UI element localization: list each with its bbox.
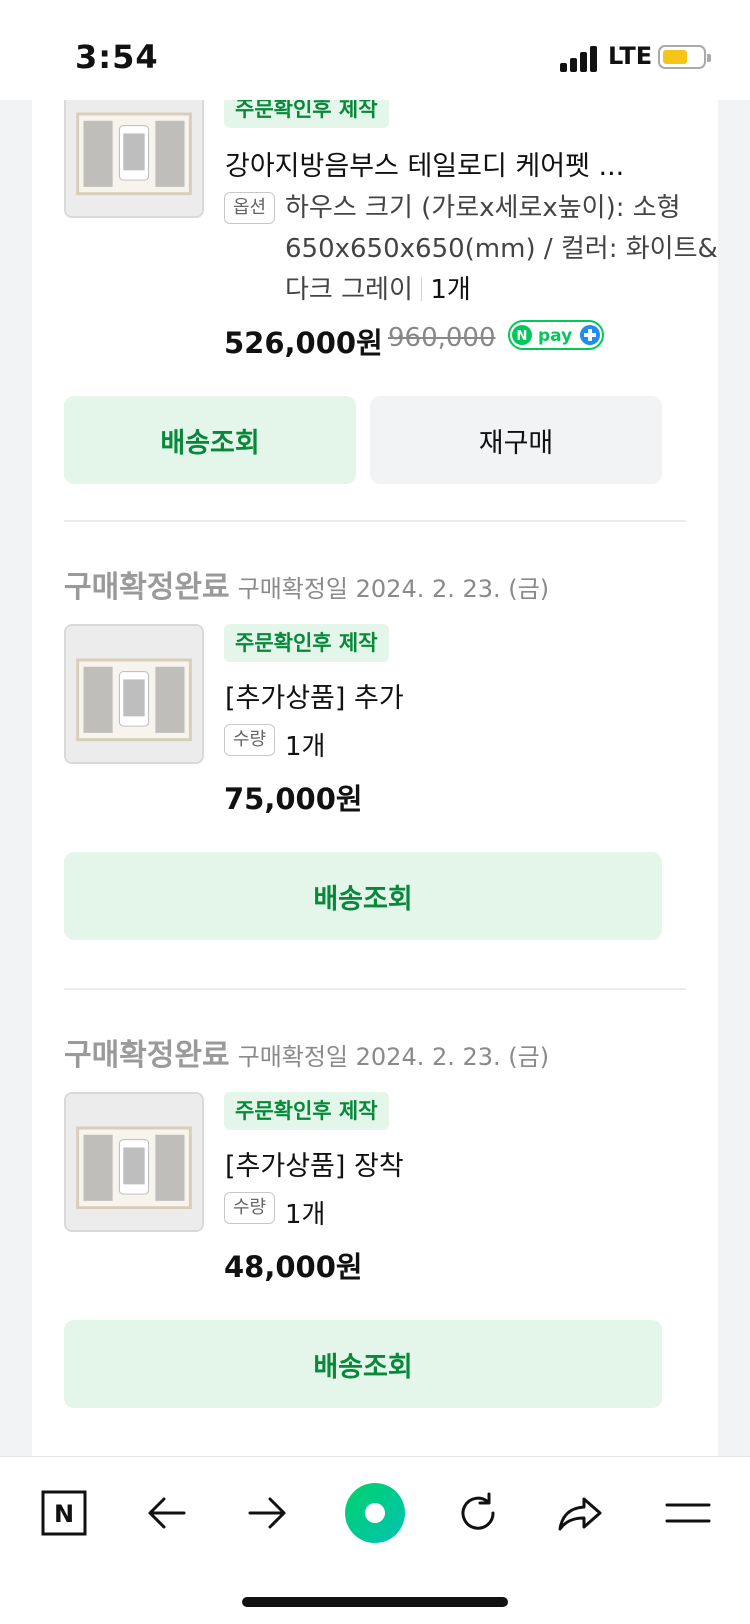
network-type: LTE [608,42,653,70]
quantity-text: 1개 [285,1200,326,1230]
order-status: 구매확정완료 [64,570,230,605]
npay-plus-badge: N pay [508,320,604,350]
section-divider [64,988,686,990]
rebuy-button[interactable]: 재구매 [370,396,662,484]
forward-arrow-icon[interactable] [240,1485,296,1541]
clock: 3:54 [75,38,159,76]
quantity-label: 수량 [224,724,276,756]
naver-letter: N [54,1500,74,1528]
menu-icon[interactable] [660,1485,716,1541]
quantity-text: 1개 [430,275,471,305]
sale-price: 526,000원 [224,326,383,360]
svg-text:N: N [517,329,528,344]
divider [420,277,423,301]
order-status-header: 구매확정완료 구매확정일 2024. 2. 23. (금) [64,1030,549,1074]
made-to-order-tag: 주문확인후 제작 [224,1092,389,1130]
battery-icon [658,45,711,69]
quantity-text: 1개 [285,732,326,762]
order-status-header: 구매확정완료 구매확정일 2024. 2. 23. (금) [64,562,549,606]
naver-n-icon[interactable]: N [36,1485,92,1541]
made-to-order-tag: 주문확인후 제작 [224,100,389,128]
delivery-tracking-button[interactable]: 배송조회 [64,396,356,484]
product-thumbnail[interactable] [64,100,204,218]
refresh-icon[interactable] [450,1485,506,1541]
product-title[interactable]: [추가상품] 추가 [225,676,404,715]
product-title[interactable]: [추가상품] 장착 [225,1144,404,1183]
product-thumbnail[interactable] [64,624,204,764]
green-dot-icon[interactable] [340,1478,410,1548]
bottom-nav: N [0,1456,750,1624]
delivery-tracking-button[interactable]: 배송조회 [64,1320,662,1408]
product-title[interactable]: 강아지방음부스 테일로디 케어펫 ... [225,144,624,183]
npay-text: pay [538,326,572,346]
sale-price: 75,000원 [224,782,363,816]
share-icon[interactable] [552,1485,608,1541]
quantity-label: 수량 [224,1192,276,1224]
signal-icon [560,46,600,72]
confirm-date: 구매확정일 2024. 2. 23. (금) [237,1043,550,1071]
option-label: 옵션 [224,192,276,224]
home-indicator [242,1597,508,1607]
back-arrow-icon[interactable] [138,1485,194,1541]
section-divider [64,520,686,522]
delivery-tracking-button[interactable]: 배송조회 [64,852,662,940]
order-list: 주문확인후 제작 강아지방음부스 테일로디 케어펫 ... 옵션 하우스 크기 … [32,100,718,1456]
original-price: 960,000 [388,323,496,353]
made-to-order-tag: 주문확인후 제작 [224,624,389,662]
product-thumbnail[interactable] [64,1092,204,1232]
order-status: 구매확정완료 [64,1038,230,1073]
status-bar: 3:54 LTE [0,0,750,100]
sale-price: 48,000원 [224,1250,363,1284]
option-text: 하우스 크기 (가로x세로x높이): 소형 650x650x650(mm) / … [285,193,718,305]
confirm-date: 구매확정일 2024. 2. 23. (금) [237,575,550,603]
